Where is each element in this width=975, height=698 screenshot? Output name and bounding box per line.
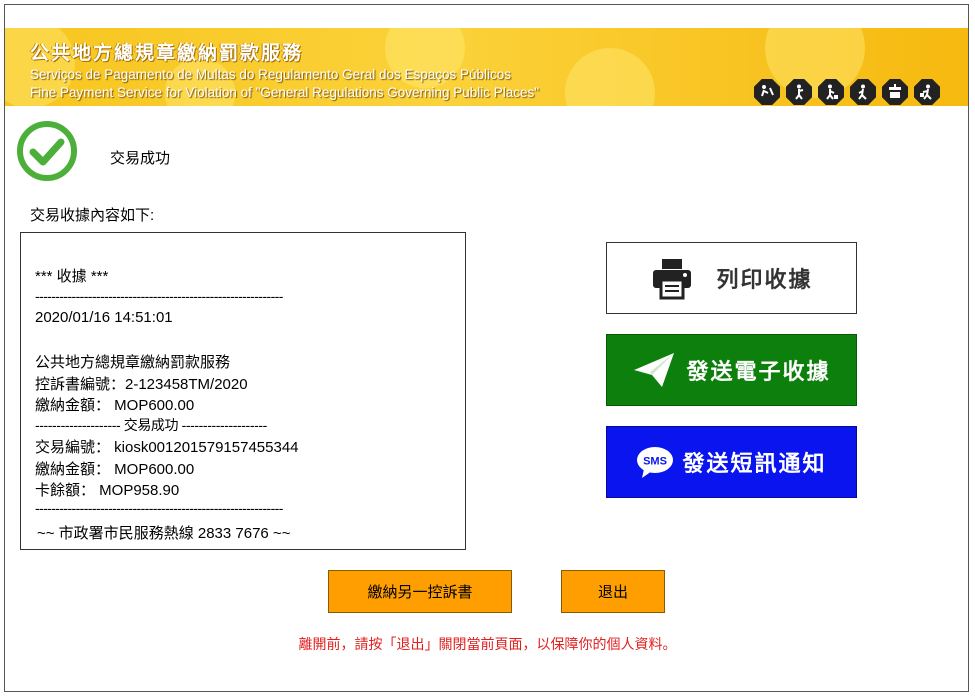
send-sms-label: 發送短訊通知	[682, 451, 827, 476]
send-e-receipt-button[interactable]: 發送電子收據	[606, 334, 857, 406]
send-e-receipt-label: 發送電子收據	[686, 359, 831, 384]
receipt-line: 繳納金額： MOP600.00	[35, 461, 195, 478]
privacy-notice: 離開前，請按「退出」關閉當前頁面，以保障你的個人資料。	[298, 636, 677, 652]
dumping-icon	[914, 79, 940, 105]
graffiti-icon	[754, 79, 780, 105]
receipt-line: 控訴書編號：2-123458TM/2020	[35, 376, 248, 393]
header-title-zh: 公共地方總規章繳納罰款服務	[30, 43, 304, 64]
status-text: 交易成功	[110, 150, 171, 167]
receipt-line: 公共地方總規章繳納罰款服務	[35, 354, 231, 371]
violation-icons	[754, 79, 940, 105]
send-sms-button[interactable]: SMS 發送短訊通知	[606, 426, 857, 498]
smoking-icon	[786, 79, 812, 105]
receipt-intro: 交易收據內容如下:	[30, 207, 155, 224]
spitting-icon	[850, 79, 876, 105]
header-title-en: Fine Payment Service for Violation of "G…	[30, 85, 540, 100]
sms-icon-text: SMS	[644, 456, 668, 468]
print-receipt-label: 列印收據	[716, 267, 813, 292]
printer-icon	[653, 259, 692, 300]
pay-another-button[interactable]: 繳納另一控訴書	[328, 570, 512, 613]
receipt-line: *** 收據 ***	[35, 268, 109, 285]
success-check-icon	[17, 121, 77, 181]
receipt-line: 交易編號： kiosk001201579157455344	[35, 439, 299, 456]
receipt-separator: ----------------------------------------…	[35, 500, 283, 516]
receipt-separator: -------------------- 交易成功 --------------…	[35, 417, 267, 433]
header-banner: 公共地方總規章繳納罰款服務 Serviços de Pagamento de M…	[5, 28, 968, 106]
print-receipt-button[interactable]: 列印收據	[606, 242, 857, 314]
exit-button[interactable]: 退出	[561, 570, 665, 613]
receipt-line: 2020/01/16 14:51:01	[35, 309, 173, 326]
sms-bubble-icon: SMS	[637, 447, 674, 478]
receipt-box: *** 收據 *** -----------------------------…	[20, 232, 466, 550]
status-indicator	[16, 120, 78, 187]
header-title-pt: Serviços de Pagamento de Multas do Regul…	[30, 67, 512, 82]
receipt-line: 繳納金額： MOP600.00	[35, 397, 195, 414]
receipt-hotline: ~~ 市政署市民服務熱線 2833 7676 ~~	[37, 525, 291, 542]
receipt-line: 卡餘額： MOP958.90	[35, 482, 180, 499]
receipt-separator: ----------------------------------------…	[35, 288, 283, 304]
pet-icon	[882, 79, 908, 105]
littering-icon	[818, 79, 844, 105]
paper-plane-icon	[634, 353, 675, 387]
